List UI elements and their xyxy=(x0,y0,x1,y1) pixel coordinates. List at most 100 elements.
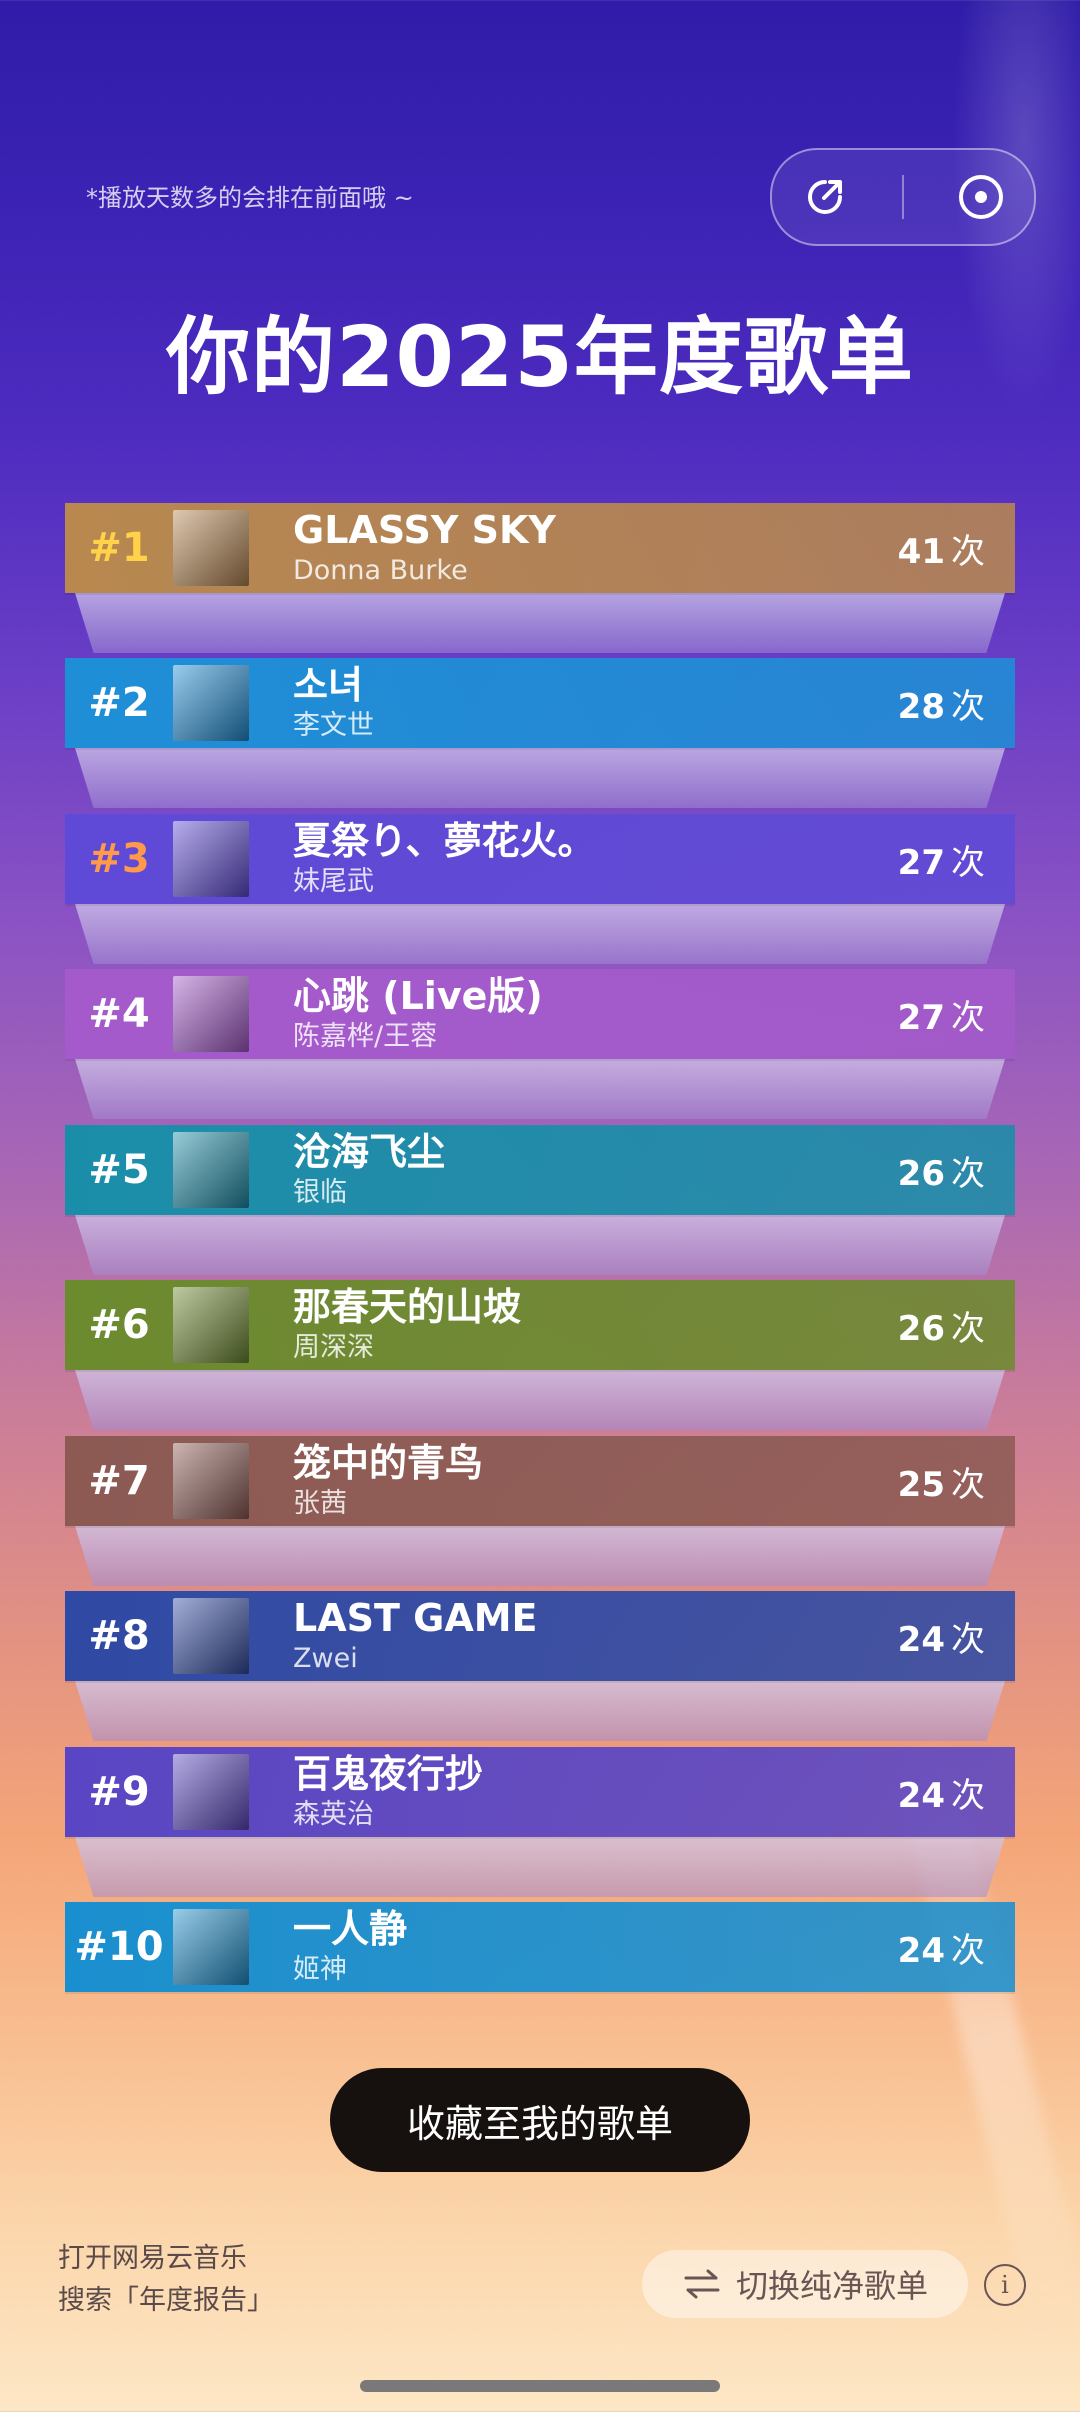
info-icon[interactable]: i xyxy=(984,2264,1026,2306)
swap-icon xyxy=(684,2269,720,2299)
album-cover xyxy=(173,1909,249,1985)
play-count-unit: 次 xyxy=(951,1775,985,1816)
song-text: 소녀 李文世 xyxy=(293,662,898,740)
song-rank: #4 xyxy=(88,991,150,1037)
song-text: 夏祭り、夢花火。 妹尾武 xyxy=(293,818,898,897)
song-title: 百鬼夜行抄 xyxy=(293,1751,484,1796)
row-underlay xyxy=(75,593,1005,653)
song-title: 一人静 xyxy=(293,1906,408,1951)
play-count: 27 次 xyxy=(898,835,1015,884)
play-count-unit: 次 xyxy=(951,686,985,727)
album-cover xyxy=(173,1754,249,1830)
song-row[interactable]: #6 那春天的山坡 周深深 26 次 xyxy=(65,1280,1015,1370)
play-count: 24 次 xyxy=(898,1768,1015,1817)
play-count-unit: 次 xyxy=(951,1308,985,1349)
play-count-unit: 次 xyxy=(951,1153,985,1194)
album-cover xyxy=(173,976,249,1052)
song-rank: #2 xyxy=(88,680,150,726)
song-text: LAST GAME Zwei xyxy=(293,1595,898,1674)
album-cover xyxy=(173,1443,249,1519)
sort-hint: *播放天数多的会排在前面哦 ~ xyxy=(86,184,414,212)
song-text: 那春天的山坡 周深深 xyxy=(293,1284,898,1362)
play-count: 26 次 xyxy=(898,1146,1015,1195)
play-count-unit: 次 xyxy=(951,997,985,1038)
song-row[interactable]: #5 沧海飞尘 银临 26 次 xyxy=(65,1125,1015,1215)
home-indicator[interactable] xyxy=(360,2380,720,2392)
song-rank: #7 xyxy=(88,1458,150,1504)
play-count: 24 次 xyxy=(898,1923,1015,1972)
song-title: 소녀 xyxy=(293,662,363,707)
switch-plain-playlist-button[interactable]: 切换纯净歌单 xyxy=(642,2250,968,2318)
song-rank: #9 xyxy=(88,1769,150,1815)
play-count: 26 次 xyxy=(898,1301,1015,1350)
song-title: LAST GAME xyxy=(293,1595,538,1640)
collect-to-playlist-button[interactable]: 收藏至我的歌单 xyxy=(330,2068,750,2172)
footer-hint: 打开网易云音乐 搜索「年度报告」 xyxy=(58,2238,274,2322)
row-underlay xyxy=(75,1370,1005,1430)
song-rank: #3 xyxy=(88,836,150,882)
song-artist: 银临 xyxy=(293,1176,347,1208)
row-underlay xyxy=(75,1681,1005,1741)
play-count-unit: 次 xyxy=(951,842,985,883)
song-row[interactable]: #2 소녀 李文世 28 次 xyxy=(65,658,1015,748)
album-cover xyxy=(173,1598,249,1674)
play-count-number: 26 xyxy=(897,1153,945,1194)
play-count-number: 25 xyxy=(897,1464,945,1505)
play-count: 27 次 xyxy=(898,990,1015,1039)
row-underlay xyxy=(75,748,1005,808)
row-underlay xyxy=(75,1526,1005,1586)
play-count-unit: 次 xyxy=(951,1464,985,1505)
album-cover xyxy=(173,1132,249,1208)
play-count-number: 27 xyxy=(897,997,945,1038)
top-action-pill xyxy=(770,148,1036,246)
song-title: 那春天的山坡 xyxy=(293,1284,522,1329)
song-title: 笼中的青鸟 xyxy=(293,1440,484,1485)
song-row[interactable]: #8 LAST GAME Zwei 24 次 xyxy=(65,1591,1015,1681)
song-artist: 妹尾武 xyxy=(293,865,374,897)
song-row[interactable]: #9 百鬼夜行抄 森英治 24 次 xyxy=(65,1747,1015,1837)
song-artist: Zwei xyxy=(293,1642,358,1674)
song-rank: #5 xyxy=(88,1147,150,1193)
song-title: 夏祭り、夢花火。 xyxy=(293,818,596,863)
song-artist: 张茜 xyxy=(293,1487,347,1519)
song-row[interactable]: #1 GLASSY SKY Donna Burke 41 次 xyxy=(65,503,1015,593)
album-cover xyxy=(173,510,249,586)
song-row[interactable]: #10 一人静 姬神 24 次 xyxy=(65,1902,1015,1992)
song-row[interactable]: #3 夏祭り、夢花火。 妹尾武 27 次 xyxy=(65,814,1015,904)
play-count-number: 24 xyxy=(897,1930,945,1971)
play-count: 41 次 xyxy=(898,524,1015,573)
row-underlay xyxy=(75,1059,1005,1119)
play-count-number: 24 xyxy=(897,1619,945,1660)
album-cover xyxy=(173,1287,249,1363)
song-text: 百鬼夜行抄 森英治 xyxy=(293,1751,898,1830)
play-count-unit: 次 xyxy=(951,1930,985,1971)
page-title: 你的2025年度歌单 xyxy=(166,308,914,406)
song-title: 沧海飞尘 xyxy=(293,1129,446,1174)
song-rank: #10 xyxy=(74,1924,164,1970)
song-artist: 姬神 xyxy=(293,1953,347,1985)
song-text: 心跳 (Live版) 陈嘉桦/王蓉 xyxy=(293,976,898,1051)
footer-hint-line1: 打开网易云音乐 xyxy=(58,2243,247,2274)
play-count-number: 28 xyxy=(897,686,945,727)
play-count-number: 24 xyxy=(897,1775,945,1816)
play-count-number: 26 xyxy=(897,1308,945,1349)
play-count-unit: 次 xyxy=(951,531,985,572)
footer-hint-line2: 搜索「年度报告」 xyxy=(58,2285,274,2316)
song-rank: #8 xyxy=(88,1613,150,1659)
play-count-number: 27 xyxy=(897,842,945,883)
song-row[interactable]: #4 心跳 (Live版) 陈嘉桦/王蓉 27 次 xyxy=(65,969,1015,1059)
song-rank: #1 xyxy=(88,525,150,571)
row-underlay xyxy=(75,904,1005,964)
play-count: 28 次 xyxy=(898,679,1015,728)
record-icon[interactable] xyxy=(953,169,1009,225)
play-count-number: 41 xyxy=(897,531,945,572)
song-text: 一人静 姬神 xyxy=(293,1906,898,1985)
share-icon[interactable] xyxy=(797,169,853,225)
song-artist: 森英治 xyxy=(293,1798,374,1830)
song-text: 沧海飞尘 银临 xyxy=(293,1129,898,1208)
play-count: 25 次 xyxy=(898,1457,1015,1506)
song-row[interactable]: #7 笼中的青鸟 张茜 25 次 xyxy=(65,1436,1015,1526)
album-cover xyxy=(173,665,249,741)
switch-label: 切换纯净歌单 xyxy=(735,2267,928,2305)
row-underlay xyxy=(75,1837,1005,1897)
